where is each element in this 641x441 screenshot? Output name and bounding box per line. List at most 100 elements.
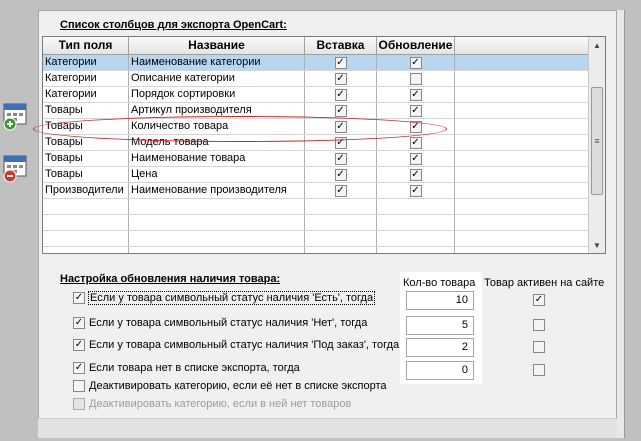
checkmark-icon: ✓ [411,184,420,196]
grid-vertical-scrollbar[interactable]: ▲ ≡ ▼ [588,37,605,253]
column-header-name[interactable]: Название [129,37,305,55]
empty-cell [455,167,589,182]
scrollbar-thumb[interactable]: ≡ [591,87,603,195]
insert-cell: ✓ [305,151,377,166]
category-checkbox[interactable] [73,380,85,392]
table-row[interactable]: Товары Количество товара ✓ ✓ [43,119,589,135]
calendar-remove-icon[interactable] [2,153,30,183]
column-header-insert[interactable]: Вставка [305,37,377,55]
table-row[interactable]: Категории Описание категории ✓ [43,71,589,87]
insert-checkbox[interactable]: ✓ [334,168,347,181]
insert-checkbox[interactable]: ✓ [334,88,347,101]
quantity-input[interactable]: 2 [406,338,474,357]
checkmark-icon: ✓ [336,88,345,100]
export-columns-title: Список столбцов для экспорта OpenCart: [60,19,287,31]
field-type-cell: Товары [43,135,129,150]
update-cell: ✓ [377,55,455,70]
table-row[interactable]: Товары Наименование товара ✓ ✓ [43,151,589,167]
field-name-cell: Наименование товара [129,151,305,166]
table-row[interactable]: Категории Порядок сортировки ✓ ✓ [43,87,589,103]
column-header-update[interactable]: Обновление [377,37,455,55]
stock-status-option[interactable]: ✓ Если у товара символьный статус наличия… [73,291,376,305]
update-checkbox[interactable]: ✓ [409,152,422,165]
export-columns-grid[interactable]: Тип поля Название Вставка Обновление Кат… [42,36,606,254]
update-checkbox[interactable]: ✓ [409,184,422,197]
stock-status-checkbox[interactable]: ✓ [73,292,85,304]
stock-status-checkbox[interactable]: ✓ [73,317,85,329]
update-checkbox[interactable]: ✓ [409,168,422,181]
table-row-empty[interactable] [43,199,589,215]
checkmark-icon: ✓ [336,184,345,196]
update-cell: ✓ [377,151,455,166]
active-on-site-checkbox[interactable] [533,319,545,331]
table-row[interactable]: Товары Цена ✓ ✓ [43,167,589,183]
table-row[interactable]: Товары Модель товара ✓ ✓ [43,135,589,151]
column-header-field-type[interactable]: Тип поля [43,37,129,55]
empty-cell [455,71,589,86]
field-name-cell: Цена [129,167,305,182]
active-on-site-checkbox[interactable] [533,341,545,353]
grid-header: Тип поля Название Вставка Обновление [43,37,589,55]
empty-cell [455,247,589,253]
update-checkbox[interactable]: ✓ [409,120,422,133]
insert-checkbox[interactable]: ✓ [334,152,347,165]
category-option[interactable]: Деактивировать категорию, если её нет в … [73,380,387,392]
stock-status-option[interactable]: ✓ Если товара нет в списке экспорта, тогд… [73,362,300,374]
empty-cell [377,199,455,214]
empty-cell [455,87,589,102]
stock-status-option[interactable]: ✓ Если у товара символьный статус наличия… [73,317,367,329]
active-on-site-checkbox[interactable]: ✓ [533,294,545,306]
calendar-add-icon[interactable] [2,101,30,131]
checkmark-icon: ✓ [534,294,544,305]
quantity-input[interactable]: 10 [406,291,474,310]
stock-status-checkbox[interactable]: ✓ [73,362,85,374]
update-checkbox[interactable]: ✓ [409,56,422,69]
checkmark-icon: ✓ [74,317,84,328]
table-row[interactable]: Категории Наименование категории ✓ ✓ [43,55,589,71]
active-on-site-header: Товар активен на сайте [484,277,605,289]
stock-status-option[interactable]: ✓ Если у товара символьный статус наличия… [73,339,399,351]
update-checkbox[interactable]: ✓ [409,136,422,149]
scroll-down-arrow-icon[interactable]: ▼ [589,237,605,253]
empty-cell [43,231,129,246]
checkmark-icon: ✓ [411,168,420,180]
insert-checkbox[interactable]: ✓ [334,104,347,117]
quantity-input[interactable]: 5 [406,316,474,335]
insert-cell: ✓ [305,167,377,182]
insert-checkbox[interactable]: ✓ [334,120,347,133]
update-cell: ✓ [377,103,455,118]
field-type-cell: Товары [43,103,129,118]
active-on-site-checkbox[interactable] [533,364,545,376]
insert-cell: ✓ [305,119,377,134]
scroll-up-arrow-icon[interactable]: ▲ [589,37,605,53]
update-checkbox[interactable]: ✓ [409,104,422,117]
grid-body: Категории Наименование категории ✓ ✓ Категор… [43,55,589,253]
insert-checkbox[interactable]: ✓ [334,72,347,85]
empty-cell [377,247,455,253]
stock-status-label: Если у товара символьный статус наличия … [87,291,376,305]
field-type-cell: Производители [43,183,129,198]
empty-cell [129,199,305,214]
insert-checkbox[interactable]: ✓ [334,56,347,69]
stock-status-label: Если у товара символьный статус наличия … [89,339,400,351]
table-row-empty[interactable] [43,247,589,253]
stock-status-checkbox[interactable]: ✓ [73,339,85,351]
checkmark-icon: ✓ [336,120,345,132]
update-checkbox[interactable] [409,72,422,85]
update-checkbox[interactable]: ✓ [409,88,422,101]
table-row-empty[interactable] [43,215,589,231]
table-row-empty[interactable] [43,231,589,247]
table-row[interactable]: Товары Артикул производителя ✓ ✓ [43,103,589,119]
empty-cell [455,183,589,198]
empty-cell [43,247,129,253]
empty-cell [377,231,455,246]
table-row[interactable]: Производители Наименование производителя ✓… [43,183,589,199]
stock-status-label: Если у товара символьный статус наличия … [89,317,368,329]
insert-checkbox[interactable]: ✓ [334,136,347,149]
insert-checkbox[interactable]: ✓ [334,184,347,197]
right-edge-strip [617,10,625,438]
quantity-input[interactable]: 0 [406,361,474,380]
field-name-cell: Наименование категории [129,55,305,70]
insert-cell: ✓ [305,55,377,70]
category-option-label: Деактивировать категорию, если её нет в … [89,380,387,392]
